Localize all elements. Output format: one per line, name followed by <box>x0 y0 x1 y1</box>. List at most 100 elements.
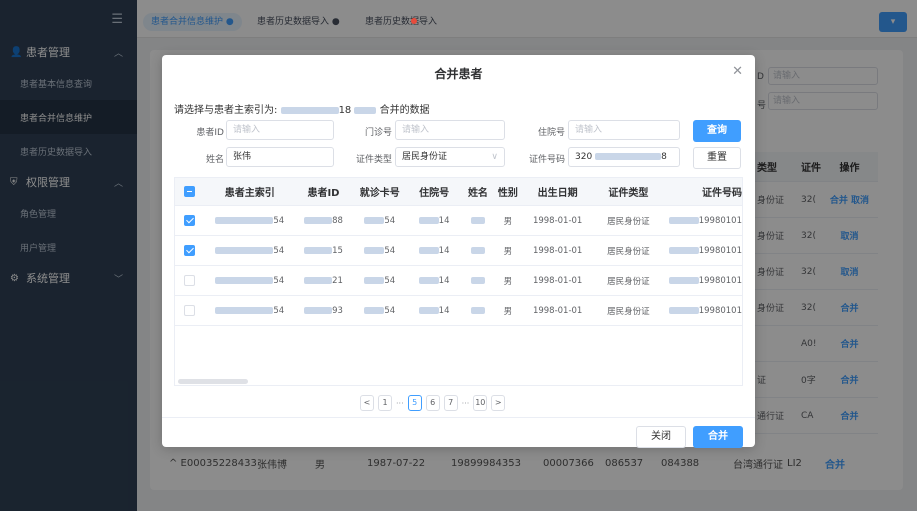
cell-cert-type: 居民身份证 <box>607 306 650 317</box>
cell-name <box>461 276 495 286</box>
page-5[interactable]: 5 <box>407 395 422 411</box>
close-icon[interactable]: ✕ <box>732 64 743 79</box>
page-10[interactable]: 10 <box>473 395 488 411</box>
checkbox-empty-icon <box>184 305 196 316</box>
dialog-title: 合并患者 <box>434 67 483 81</box>
label-clinic-no: 门诊号 <box>364 128 392 138</box>
cell-name <box>461 216 495 226</box>
page-1[interactable]: 1 <box>378 395 392 411</box>
cell-card-no-tail: 54 <box>384 215 396 226</box>
col-name: 姓名 <box>467 188 488 199</box>
cell-sex: 男 <box>503 306 513 317</box>
cell-card-no-tail: 54 <box>384 275 396 286</box>
col-card-no: 就诊卡号 <box>359 188 400 199</box>
masked-text <box>470 276 485 284</box>
col-master-index: 患者主索引 <box>224 188 275 199</box>
cursor-highlight <box>411 18 417 24</box>
cell-birth: 1998-01-01 <box>532 305 583 316</box>
cell-card-no: 54 <box>352 306 407 316</box>
col-cert-type: 证件类型 <box>608 188 649 199</box>
cell-card-no: 54 <box>352 216 407 226</box>
checkbox-checked-icon <box>184 215 196 226</box>
cell-master-index: 54 <box>205 216 295 226</box>
cell-card-no-tail: 54 <box>384 245 396 256</box>
cell-hosp-no-tail: 14 <box>438 275 450 286</box>
page-ellipsis-prev[interactable]: ··· <box>396 399 404 408</box>
patient-id-input[interactable]: 请输入 <box>226 120 334 140</box>
label-name: 姓名 <box>205 155 224 165</box>
cell-master-index-tail: 54 <box>273 275 285 286</box>
cell-hosp-no: 14 <box>407 276 461 286</box>
subtitle-mid: 18 <box>338 105 352 116</box>
cell-cert-no: 19980101 <box>662 216 742 226</box>
masked-text <box>668 216 699 224</box>
row-checkbox[interactable] <box>175 275 205 286</box>
name-input[interactable]: 张伟 <box>226 147 334 167</box>
col-patient-id: 患者ID <box>307 188 340 199</box>
masked-text <box>418 306 439 314</box>
next-page-button[interactable]: > <box>491 395 506 411</box>
masked-text <box>418 246 439 254</box>
cell-master-index: 54 <box>205 246 295 256</box>
dialog-subtitle: 请选择与患者主索引为: 18 合并的数据 <box>174 101 430 116</box>
masked-text <box>668 246 699 254</box>
checkbox-empty-icon <box>184 275 196 286</box>
cell-cert-no: 19980101 <box>662 306 742 316</box>
cell-master-index: 54 <box>205 306 295 316</box>
horizontal-scrollbar[interactable] <box>178 379 248 384</box>
query-button[interactable]: 查询 <box>693 120 741 142</box>
row-checkbox[interactable] <box>175 305 205 316</box>
table-row[interactable]: 54 88 54 14 男 1998-01-01 居民身份证 19980101 <box>175 206 742 236</box>
cert-type-select[interactable]: 居民身份证 ∨ <box>395 147 505 167</box>
close-button[interactable]: 关闭 <box>636 426 686 448</box>
masked-text <box>668 276 699 284</box>
reset-button[interactable]: 重置 <box>693 147 741 169</box>
table-row[interactable]: 54 93 54 14 男 1998-01-01 居民身份证 19980101 <box>175 296 742 326</box>
merge-patient-dialog: 合并患者 ✕ 请选择与患者主索引为: 18 合并的数据 患者ID 请输入 门诊号… <box>162 55 755 448</box>
dialog-footer-divider <box>162 417 755 418</box>
masked-text <box>215 276 274 284</box>
cell-card-no: 54 <box>352 246 407 256</box>
cell-patient-id: 93 <box>295 306 353 316</box>
subtitle-prefix: 请选择与患者主索引为: <box>174 105 278 116</box>
table-row[interactable]: 54 21 54 14 男 1998-01-01 居民身份证 19980101 <box>175 266 742 296</box>
cell-cert-no-tail: 19980101 <box>698 245 742 256</box>
hosp-no-input[interactable]: 请输入 <box>568 120 680 140</box>
prev-page-button[interactable]: < <box>360 395 374 411</box>
merge-button[interactable]: 合并 <box>693 426 743 448</box>
col-hosp-no: 住院号 <box>419 188 450 199</box>
page-ellipsis-next[interactable]: ··· <box>462 399 470 408</box>
cell-master-index: 54 <box>205 276 295 286</box>
cell-hosp-no: 14 <box>407 306 461 316</box>
cert-type-value: 居民身份证 <box>402 152 448 162</box>
cell-birth: 1998-01-01 <box>532 275 583 286</box>
row-checkbox[interactable] <box>175 245 205 256</box>
select-all-checkbox[interactable] <box>175 185 205 198</box>
masked-text <box>418 276 439 284</box>
cell-cert-no: 19980101 <box>662 276 742 286</box>
cell-cert-no-tail: 19980101 <box>698 305 742 316</box>
page-7[interactable]: 7 <box>443 395 458 411</box>
cell-cert-no-tail: 19980101 <box>698 275 742 286</box>
masked-text <box>595 153 662 160</box>
row-checkbox[interactable] <box>175 215 205 226</box>
masked-text <box>364 246 385 254</box>
page-6[interactable]: 6 <box>425 395 440 411</box>
cell-birth: 1998-01-01 <box>532 245 583 256</box>
cert-no-suffix: 8 <box>661 152 667 162</box>
clinic-no-input[interactable]: 请输入 <box>395 120 505 140</box>
masked-text <box>354 106 377 114</box>
cell-cert-type: 居民身份证 <box>607 246 650 257</box>
col-cert-no: 证件号码 <box>702 188 742 199</box>
cell-master-index-tail: 54 <box>273 305 285 316</box>
cell-patient-id-tail: 21 <box>332 275 343 286</box>
masked-text <box>304 306 333 314</box>
cert-no-input[interactable]: 320 8 <box>568 147 680 167</box>
cell-cert-type: 居民身份证 <box>607 216 650 227</box>
cell-hosp-no: 14 <box>407 216 461 226</box>
masked-text <box>280 106 339 114</box>
table-row[interactable]: 54 15 54 14 男 1998-01-01 居民身份证 19980101 <box>175 236 742 266</box>
label-patient-id: 患者ID <box>196 128 224 138</box>
cell-master-index-tail: 54 <box>273 245 285 256</box>
cell-hosp-no: 14 <box>407 246 461 256</box>
